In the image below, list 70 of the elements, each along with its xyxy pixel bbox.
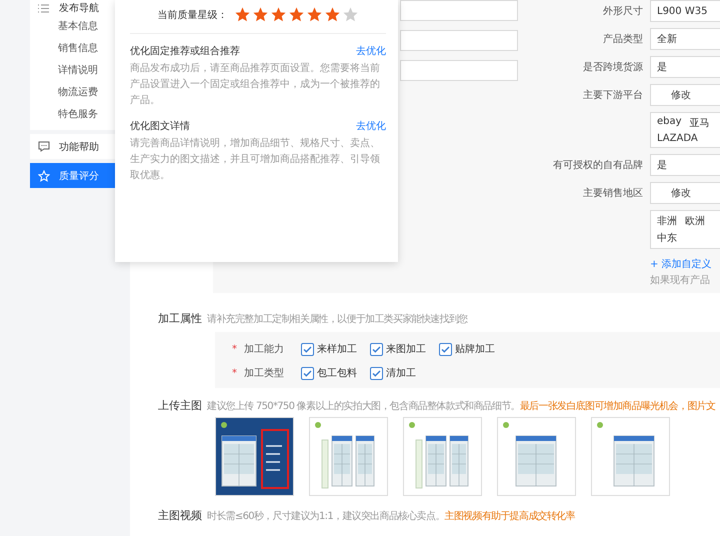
sidebar-item[interactable]: 功能帮助	[30, 134, 115, 159]
input-field[interactable]	[400, 0, 518, 21]
input-field[interactable]: L900 W35	[650, 0, 720, 22]
highlight-text: 最后一张发白底图可增加商品曝光机会，图片文	[520, 400, 716, 413]
input-field[interactable]	[400, 60, 518, 81]
section-label: 主图视频	[158, 508, 202, 523]
hint-text: 请补充完整加工定制相关属性，以便于加工类买家能快速找到您	[207, 312, 468, 326]
selected-value: 中东	[657, 232, 677, 245]
star-icon	[324, 6, 340, 23]
checkbox-option[interactable]: 来样加工	[301, 342, 357, 356]
edit-button[interactable]: 修改	[650, 182, 720, 204]
nav-item[interactable]: 基本信息	[30, 16, 115, 38]
input-field[interactable]: 全新	[650, 28, 720, 50]
field-label: 外形尺寸	[602, 4, 643, 18]
hint-text: 建议您上传 750*750 像素以上的实拍大图，包含商品整体款式和商品细节。	[207, 400, 520, 413]
edit-button[interactable]: 修改	[650, 84, 720, 106]
field-label: 主要下游平台	[582, 88, 643, 102]
field-label: 加工类型	[244, 366, 285, 380]
star-icon	[38, 170, 50, 182]
hint-text: 时长需≤60秒，尺寸建议为1:1，建议突出商品核心卖点。	[207, 510, 445, 523]
chat-icon	[38, 141, 50, 152]
field-label: 主要销售地区	[582, 186, 643, 200]
checkbox-option[interactable]: 包工包料	[301, 366, 357, 380]
nav-item[interactable]: 物流运费	[30, 82, 115, 104]
checkbox[interactable]	[301, 342, 314, 356]
checkbox[interactable]	[301, 366, 314, 380]
tip-title: 优化固定推荐或组合推荐	[130, 44, 240, 58]
nav-header: 发布导航	[59, 2, 99, 15]
tip-description: 商品发布成功后，请至商品推荐页面设置。您需要将当前产品设置进入一个固定或组合推荐中，成为一个被推荐的产品。	[130, 62, 381, 108]
optimize-link[interactable]: 去优化	[356, 44, 386, 58]
star-icon	[270, 6, 286, 23]
selected-value: LAZADA	[657, 133, 698, 144]
section-label: 加工属性	[158, 311, 202, 326]
input-field[interactable]: 是	[650, 56, 720, 78]
nav-item[interactable]: 特色服务	[30, 104, 115, 126]
nav-item[interactable]: 销售信息	[30, 38, 115, 60]
field-label: 加工能力	[244, 342, 285, 356]
field-label: 有可授权的自有品牌	[552, 158, 643, 172]
selected-value: 欧洲	[685, 214, 705, 228]
rating-label: 当前质量星级：	[158, 8, 228, 22]
star-icon	[306, 6, 322, 23]
field-label: 产品类型	[602, 32, 643, 46]
star-icon	[234, 6, 250, 23]
checkbox[interactable]	[439, 342, 452, 356]
highlight-text: 主图视频有助于提高成交转化率	[444, 510, 575, 523]
checkbox[interactable]	[370, 342, 383, 356]
checkbox[interactable]	[370, 366, 383, 380]
input-field[interactable]	[400, 30, 518, 51]
tip-description: 请完善商品详情说明，增加商品细节、规格尺寸、卖点、生产实力的图文描述，并且可增加商品搭配推荐、引导领取优惠。	[130, 136, 381, 183]
field-label: 是否跨境货源	[582, 60, 643, 74]
required-mark: *	[232, 344, 237, 354]
sidebar-item[interactable]: 质量评分	[30, 163, 115, 188]
input-field[interactable]: 是	[650, 154, 720, 176]
selected-value: 亚马	[690, 117, 710, 130]
tip-title: 优化图文详情	[130, 120, 190, 133]
selected-value: 非洲	[657, 214, 677, 228]
add-custom-link[interactable]: + 添加自定义	[650, 257, 720, 271]
checkbox-option[interactable]: 来图加工	[370, 342, 426, 356]
star-icon	[288, 6, 304, 23]
star-icon	[342, 6, 358, 23]
note-text: 如果现有产品	[650, 274, 711, 287]
star-icon	[252, 6, 268, 23]
list-icon	[38, 4, 49, 12]
selected-value: ebay	[657, 116, 682, 129]
checkbox-option[interactable]: 贴牌加工	[439, 342, 495, 356]
nav-item[interactable]: 详情说明	[30, 60, 115, 82]
section-label: 上传主图	[158, 398, 202, 413]
optimize-link[interactable]: 去优化	[356, 119, 386, 133]
checkbox-option[interactable]: 清加工	[370, 366, 416, 380]
required-mark: *	[232, 368, 237, 378]
